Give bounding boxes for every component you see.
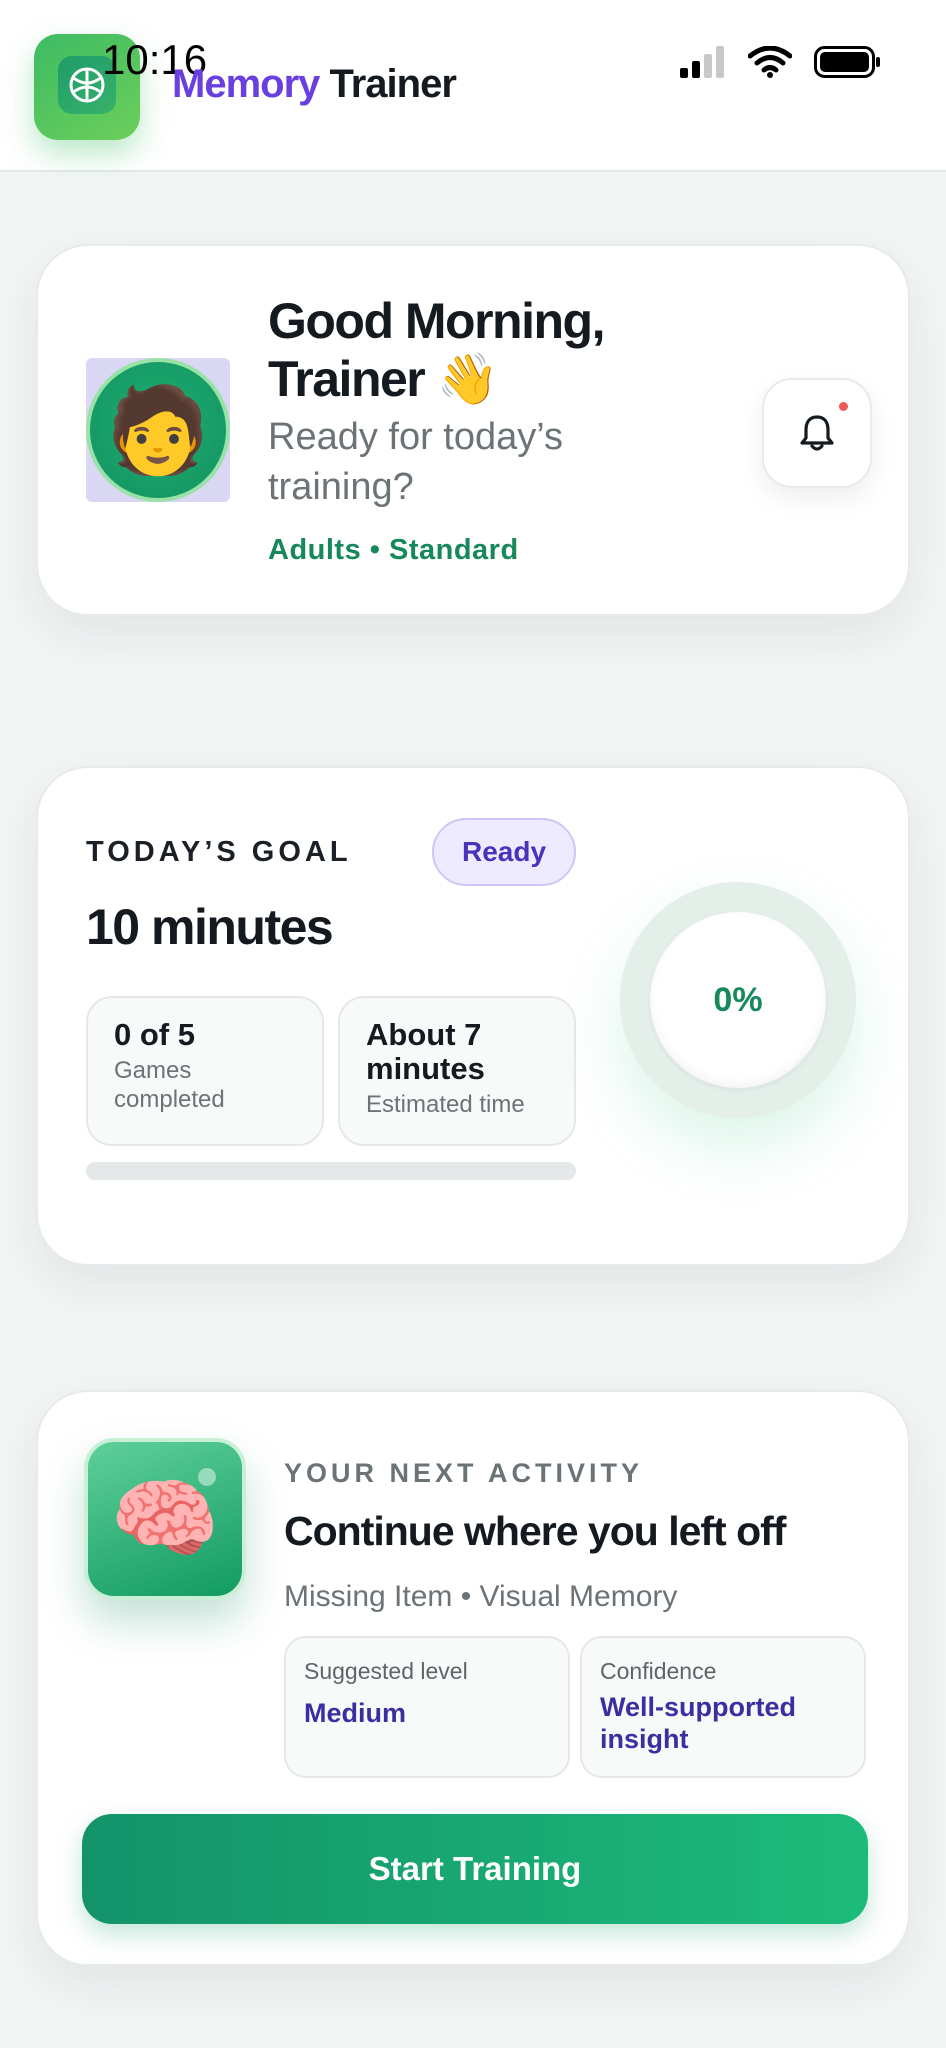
bell-icon bbox=[800, 415, 834, 451]
avatar-container: 🧑 bbox=[86, 358, 230, 502]
suggested-level-value: Medium bbox=[304, 1698, 407, 1728]
icon-highlight bbox=[198, 1468, 216, 1486]
estimated-time-stat: About 7 minutes Estimated time bbox=[338, 996, 576, 1146]
confidence-box: Confidence Well-supported insight bbox=[580, 1636, 866, 1778]
confidence-value: Well-supported insight bbox=[600, 1692, 797, 1754]
activity-subtitle: Missing Item • Visual Memory bbox=[284, 1580, 678, 1613]
notifications-button[interactable] bbox=[762, 378, 872, 488]
notification-dot bbox=[839, 402, 848, 411]
goal-progress-bar bbox=[86, 1162, 576, 1180]
brand-word-memory: Memory bbox=[172, 62, 320, 106]
progress-ring: 0% bbox=[620, 882, 856, 1118]
suggested-level-box: Suggested level Medium bbox=[284, 1636, 570, 1778]
start-training-button[interactable]: Start Training bbox=[82, 1814, 868, 1924]
status-icons bbox=[680, 46, 882, 78]
estimated-time-value: About 7 minutes bbox=[366, 1017, 485, 1086]
greeting-subtitle: Ready for today’s training? bbox=[268, 416, 564, 508]
confidence-label: Confidence bbox=[600, 1658, 717, 1684]
games-completed-label: Games completed bbox=[114, 1057, 225, 1113]
next-activity-card: 🧠 YOUR NEXT ACTIVITY Continue where you … bbox=[36, 1390, 910, 1966]
games-completed-value: 0 of 5 bbox=[114, 1017, 195, 1052]
signal-icon bbox=[680, 46, 724, 78]
activity-section-label: YOUR NEXT ACTIVITY bbox=[284, 1458, 644, 1488]
progress-percent: 0% bbox=[650, 912, 826, 1088]
suggested-level-label: Suggested level bbox=[304, 1658, 468, 1684]
app-title: Memory Trainer bbox=[172, 62, 457, 107]
todays-goal-card: TODAY’S GOAL Ready 10 minutes 0 of 5 Gam… bbox=[36, 766, 910, 1266]
top-bar: 10:16 Memory Trainer bbox=[0, 0, 946, 172]
activity-title: Continue where you left off bbox=[284, 1508, 786, 1554]
battery-icon bbox=[814, 46, 880, 78]
games-completed-stat: 0 of 5 Games completed bbox=[86, 996, 324, 1146]
wifi-icon bbox=[748, 46, 792, 78]
user-profile-meta: Adults • Standard bbox=[268, 534, 519, 566]
greeting-card: 🧑 Good Morning, Trainer 👋 Ready for toda… bbox=[36, 244, 910, 616]
status-badge: Ready bbox=[432, 818, 576, 886]
estimated-time-label: Estimated time bbox=[366, 1091, 525, 1118]
avatar[interactable]: 🧑 bbox=[86, 358, 230, 502]
brand-word-trainer: Trainer bbox=[329, 62, 457, 106]
greeting-title: Good Morning, Trainer 👋 bbox=[268, 293, 605, 407]
brain-icon: 🧠 bbox=[84, 1438, 246, 1600]
goal-value: 10 minutes bbox=[86, 899, 334, 955]
goal-section-label: TODAY’S GOAL bbox=[86, 836, 352, 868]
